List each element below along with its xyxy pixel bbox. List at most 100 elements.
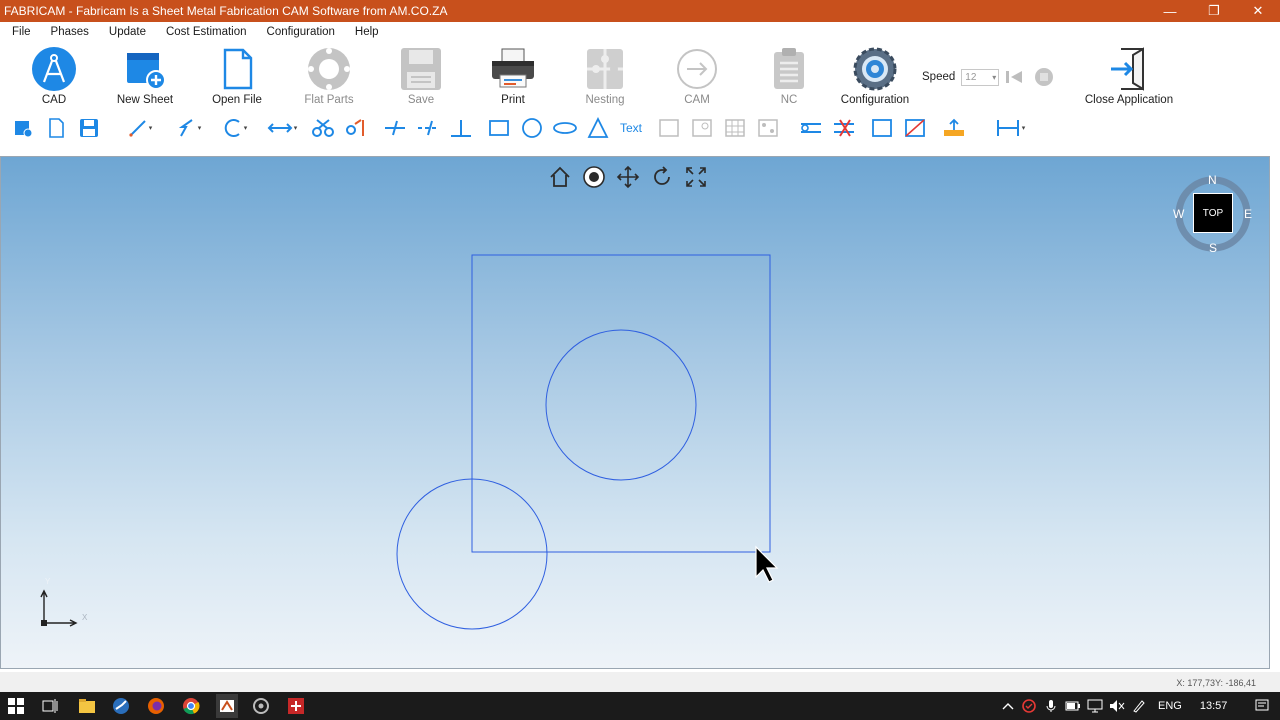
array-diagonal-icon[interactable] (755, 116, 781, 140)
circle-tool-icon[interactable] (519, 116, 545, 140)
perpendicular-icon[interactable] (448, 116, 474, 140)
speed-label: Speed (922, 71, 956, 83)
open-drawing-icon[interactable] (45, 116, 67, 140)
save-button[interactable]: Save (379, 44, 463, 110)
arrow-right-icon (673, 44, 721, 94)
rectangle-tool-icon[interactable] (486, 116, 512, 140)
menu-help[interactable]: Help (343, 26, 387, 38)
cam-button[interactable]: CAM (655, 44, 739, 110)
join-icon[interactable] (798, 116, 824, 140)
task-view-icon[interactable] (40, 696, 60, 716)
part-points-icon[interactable] (689, 116, 715, 140)
nesting-label: Nesting (585, 94, 625, 106)
arc-tool-icon[interactable]: ▾ (216, 116, 254, 140)
close-application-button[interactable]: Close Application (1084, 44, 1174, 110)
drawing-toolbar: ▾ ▾ ▾ ▾ Text ▾ (0, 114, 1280, 142)
volume-muted-icon[interactable] (1106, 699, 1128, 713)
microphone-icon[interactable] (1040, 699, 1062, 713)
new-sheet-icon (121, 44, 169, 94)
trim-icon[interactable] (310, 116, 336, 140)
axis-x-label: X (82, 613, 88, 622)
new-drawing-icon[interactable] (12, 116, 34, 140)
chevron-up-icon[interactable] (998, 702, 1018, 710)
cad-viewport[interactable]: TOP N S W E Y X (0, 156, 1270, 669)
file-icon (213, 44, 261, 94)
menu-configuration[interactable]: Configuration (255, 26, 343, 38)
dimension-tool-icon[interactable]: ▾ (990, 116, 1030, 140)
clipboard-icon (765, 44, 813, 94)
sheet-rectangle[interactable] (471, 254, 771, 553)
axis-indicator-icon (40, 589, 78, 627)
menu-file[interactable]: File (0, 26, 39, 38)
extend-icon[interactable] (382, 116, 408, 140)
cam-label: CAM (684, 94, 710, 106)
cad-label: CAD (41, 94, 67, 106)
save-label: Save (407, 94, 435, 106)
language-indicator[interactable]: ENG (1158, 700, 1182, 712)
menu-phases[interactable]: Phases (39, 26, 97, 38)
frame-diagonal-icon[interactable] (902, 116, 928, 140)
printer-icon (489, 44, 537, 94)
close-window-button[interactable]: ✕ (1236, 0, 1280, 22)
step-back-icon[interactable] (1004, 69, 1024, 85)
configuration-button[interactable]: Configuration (833, 44, 917, 110)
nesting-button[interactable]: Nesting (563, 44, 647, 110)
new-sheet-label: New Sheet (116, 94, 174, 106)
polyline-tool-icon[interactable]: ▾ (170, 116, 208, 140)
title-bar: FABRICAM - Fabricam Is a Sheet Metal Fab… (0, 0, 1280, 22)
gear-icon (851, 44, 899, 94)
delete-duplicates-icon[interactable] (831, 116, 857, 140)
speed-select[interactable]: 12 (961, 68, 1000, 86)
notifications-icon[interactable] (1251, 699, 1273, 713)
windows-start-icon[interactable] (6, 696, 26, 716)
settings-app-icon[interactable] (251, 696, 271, 716)
minimize-button[interactable]: — (1148, 0, 1192, 22)
antivirus-icon[interactable] (1018, 699, 1040, 713)
frame-icon[interactable] (869, 116, 895, 140)
open-file-button[interactable]: Open File (195, 44, 279, 110)
break-icon[interactable] (342, 116, 368, 140)
cursor-coordinates: X: 177,73Y: -186,41 (1176, 678, 1256, 688)
measure-tool-icon[interactable]: ▾ (262, 116, 302, 140)
nc-button[interactable]: NC (747, 44, 831, 110)
file-explorer-icon[interactable] (77, 696, 97, 716)
menu-cost-estimation[interactable]: Cost Estimation (154, 26, 255, 38)
menu-update[interactable]: Update (97, 26, 154, 38)
chrome-icon[interactable] (181, 696, 201, 716)
restore-button[interactable]: ❐ (1192, 0, 1236, 22)
ellipse-tool-icon[interactable] (552, 116, 578, 140)
close-application-label: Close Application (1084, 94, 1174, 106)
steam-icon[interactable] (111, 696, 131, 716)
fabricam-taskbar-icon[interactable] (216, 694, 238, 718)
puzzle-icon (581, 44, 629, 94)
cad-button[interactable]: CAD (12, 44, 96, 110)
save-icon (397, 44, 445, 94)
pen-icon[interactable] (1128, 699, 1150, 713)
taskbar: ENG 13:57 (0, 692, 1280, 720)
ruler-icon[interactable] (940, 116, 968, 140)
flat-parts-button[interactable]: Flat Parts (287, 44, 371, 110)
exit-icon (1105, 44, 1153, 94)
line-tool-icon[interactable]: ▾ (120, 116, 160, 140)
network-icon[interactable] (1084, 699, 1106, 713)
print-button[interactable]: Print (471, 44, 555, 110)
drawing-canvas (40, 254, 779, 630)
menu-bar: File Phases Update Cost Estimation Confi… (0, 22, 1280, 42)
stop-icon[interactable] (1034, 67, 1054, 87)
axis-y-label: Y (45, 577, 51, 586)
compass-icon (30, 44, 78, 94)
part-outline-icon[interactable] (656, 116, 682, 140)
text-tool[interactable]: Text (615, 116, 647, 140)
triangle-tool-icon[interactable] (585, 116, 611, 140)
configuration-label: Configuration (840, 94, 910, 106)
save-drawing-icon[interactable] (78, 116, 100, 140)
app-red-icon[interactable] (286, 696, 306, 716)
speed-control: Speed 12 (922, 67, 1054, 87)
inner-circle[interactable] (545, 329, 697, 481)
offset-icon[interactable] (415, 116, 441, 140)
clock[interactable]: 13:57 (1200, 700, 1228, 712)
array-grid-icon[interactable] (722, 116, 748, 140)
battery-icon[interactable] (1062, 701, 1084, 711)
new-sheet-button[interactable]: New Sheet (103, 44, 187, 110)
firefox-icon[interactable] (146, 696, 166, 716)
